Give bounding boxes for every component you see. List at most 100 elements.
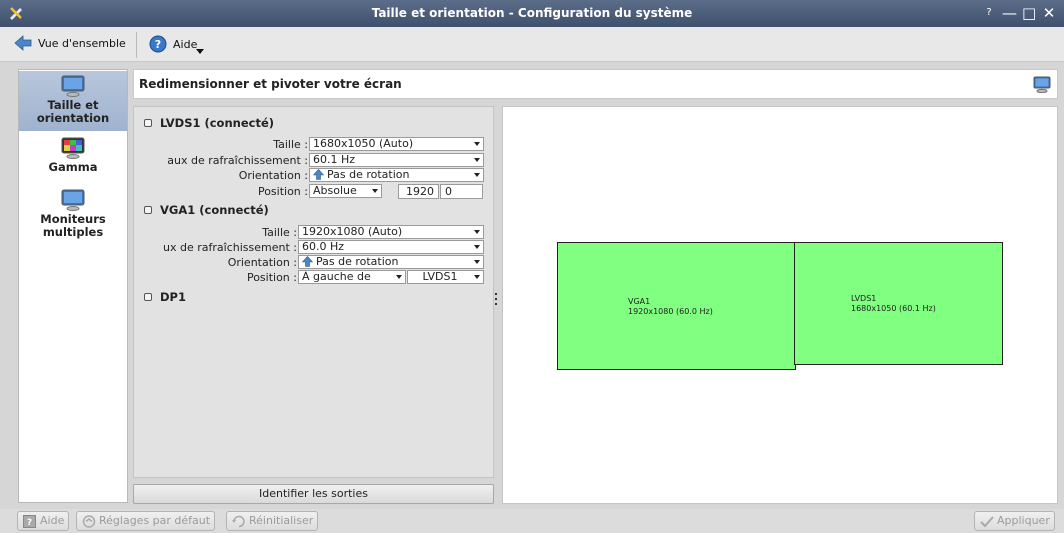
category-size-orientation[interactable]: Taille et orientation	[19, 71, 127, 131]
output-dp1-header[interactable]: DP1	[144, 290, 186, 304]
refresh-value: 60.1 Hz	[313, 153, 356, 166]
refresh-value: 60.0 Hz	[302, 240, 345, 253]
screen-name: LVDS1	[851, 294, 877, 303]
vga1-refresh-select[interactable]: 60.0 Hz	[298, 240, 484, 254]
screen-name: VGA1	[628, 297, 651, 306]
reset-icon	[232, 515, 245, 528]
orientation-value: Pas de rotation	[327, 168, 410, 181]
vga1-position-row: Position : À gauche de LVDS1	[134, 270, 495, 284]
vga1-position-ref-select[interactable]: LVDS1	[407, 270, 484, 284]
defaults-button-label: Réglages par défaut	[99, 514, 211, 527]
output-name: VGA1 (connecté)	[160, 203, 269, 217]
help-menu-button[interactable]: ? Aide	[149, 35, 197, 53]
vga1-position-mode-select[interactable]: À gauche de	[298, 270, 406, 284]
lvds1-position-mode-select[interactable]: Absolue	[309, 184, 382, 198]
toolbar: Vue d'ensemble ? Aide	[0, 27, 1064, 62]
arrow-up-icon	[313, 169, 324, 180]
chevron-down-icon	[372, 189, 378, 193]
lvds1-size-row: Taille : 1680x1050 (Auto)	[134, 137, 495, 151]
screen-lvds1[interactable]: LVDS1 1680x1050 (60.1 Hz)	[794, 242, 1003, 365]
window-title: Taille et orientation - Configuration du…	[371, 6, 693, 20]
help-icon: ?	[23, 515, 36, 528]
vga1-orientation-row: Orientation : Pas de rotation	[134, 255, 495, 269]
help-label: Aide	[173, 37, 198, 51]
apply-button-label: Appliquer	[997, 514, 1050, 527]
chevron-down-icon	[474, 260, 480, 264]
page-header: Redimensionner et pivoter votre écran	[133, 69, 1058, 99]
apply-button[interactable]: Appliquer	[974, 511, 1055, 531]
chevron-down-icon	[474, 142, 480, 146]
category-label: Moniteurs multiples	[40, 212, 106, 239]
vga1-size-row: Taille : 1920x1080 (Auto)	[134, 225, 495, 239]
svg-text:?: ?	[155, 38, 161, 51]
screen-mode: 1920x1080 (60.0 Hz)	[628, 307, 713, 316]
lvds1-orientation-select[interactable]: Pas de rotation	[309, 168, 484, 182]
overview-button[interactable]: Vue d'ensemble	[14, 35, 126, 51]
lvds1-position-x-field[interactable]: 1920	[398, 184, 439, 199]
overview-label: Vue d'ensemble	[38, 36, 126, 50]
monitor-icon	[61, 75, 85, 97]
lvds1-refresh-select[interactable]: 60.1 Hz	[309, 153, 484, 167]
vga1-size-select[interactable]: 1920x1080 (Auto)	[298, 225, 484, 239]
checkmark-icon	[980, 516, 994, 528]
help-button-label: Aide	[40, 514, 65, 527]
size-label: Taille :	[273, 138, 308, 151]
toolbar-separator	[136, 32, 137, 58]
title-bar: Taille et orientation - Configuration du…	[0, 0, 1064, 27]
maximize-button[interactable]: □	[1022, 4, 1036, 22]
chevron-down-icon	[474, 245, 480, 249]
output-vga1-header[interactable]: VGA1 (connecté)	[144, 203, 269, 217]
reset-button-label: Réinitialiser	[249, 514, 314, 527]
collapse-toggle-icon[interactable]	[144, 293, 152, 301]
chevron-down-icon	[396, 275, 402, 279]
category-label: Gamma	[48, 160, 98, 174]
position-mode-value: À gauche de	[302, 270, 371, 283]
minimize-button[interactable]: —	[1002, 4, 1017, 22]
chevron-down-icon	[474, 173, 480, 177]
collapse-toggle-icon[interactable]	[144, 206, 152, 214]
chevron-down-icon[interactable]	[196, 49, 204, 54]
lvds1-size-select[interactable]: 1680x1050 (Auto)	[309, 137, 484, 151]
svg-text:?: ?	[27, 518, 32, 528]
output-lvds1-header[interactable]: LVDS1 (connecté)	[144, 116, 274, 130]
position-ref-value: LVDS1	[422, 270, 458, 283]
output-name: DP1	[160, 290, 186, 304]
size-value: 1920x1080 (Auto)	[302, 225, 403, 238]
monitor-icon	[1033, 76, 1051, 93]
output-name: LVDS1 (connecté)	[160, 116, 274, 130]
chevron-down-icon	[474, 158, 480, 162]
lvds1-position-y-field[interactable]: 0	[440, 184, 483, 199]
help-context-button[interactable]: ?	[982, 4, 996, 22]
chevron-down-icon	[474, 230, 480, 234]
gamma-monitor-icon	[61, 137, 85, 159]
refresh-label: aux de rafraîchissement :	[167, 154, 308, 167]
category-label: Taille et orientation	[36, 98, 110, 125]
close-button[interactable]: ✕	[1042, 4, 1056, 22]
outputs-panel: LVDS1 (connecté) Taille : 1680x1050 (Aut…	[133, 106, 494, 478]
monitor-icon	[61, 189, 85, 211]
panel-splitter-handle[interactable]	[495, 293, 498, 315]
defaults-button[interactable]: Réglages par défaut	[76, 511, 216, 531]
vga1-refresh-row: ux de rafraîchissement : 60.0 Hz	[134, 240, 495, 254]
page-title: Redimensionner et pivoter votre écran	[139, 77, 402, 91]
vga1-orientation-select[interactable]: Pas de rotation	[298, 255, 484, 269]
defaults-icon	[82, 515, 96, 528]
position-label: Position :	[257, 185, 308, 198]
screen-vga1[interactable]: VGA1 1920x1080 (60.0 Hz)	[557, 242, 796, 370]
identify-outputs-button[interactable]: Identifier les sorties	[133, 484, 494, 504]
category-multiple-monitors[interactable]: Moniteurs multiples	[19, 185, 127, 243]
help-button[interactable]: ? Aide	[17, 511, 70, 531]
position-label: Position :	[246, 271, 297, 284]
lvds1-refresh-row: aux de rafraîchissement : 60.1 Hz	[134, 153, 495, 167]
screen-mode: 1680x1050 (60.1 Hz)	[851, 304, 936, 313]
position-mode-value: Absolue	[313, 184, 357, 197]
category-gamma[interactable]: Gamma	[19, 133, 127, 177]
collapse-toggle-icon[interactable]	[144, 119, 152, 127]
refresh-label: ux de rafraîchissement :	[163, 241, 297, 254]
category-sidebar: Taille et orientation Gamma Moniteurs mu…	[18, 69, 128, 503]
orientation-value: Pas de rotation	[316, 255, 399, 268]
back-arrow-icon	[14, 35, 32, 51]
chevron-down-icon	[474, 275, 480, 279]
arrow-up-icon	[302, 256, 313, 267]
reset-button[interactable]: Réinitialiser	[226, 511, 319, 531]
